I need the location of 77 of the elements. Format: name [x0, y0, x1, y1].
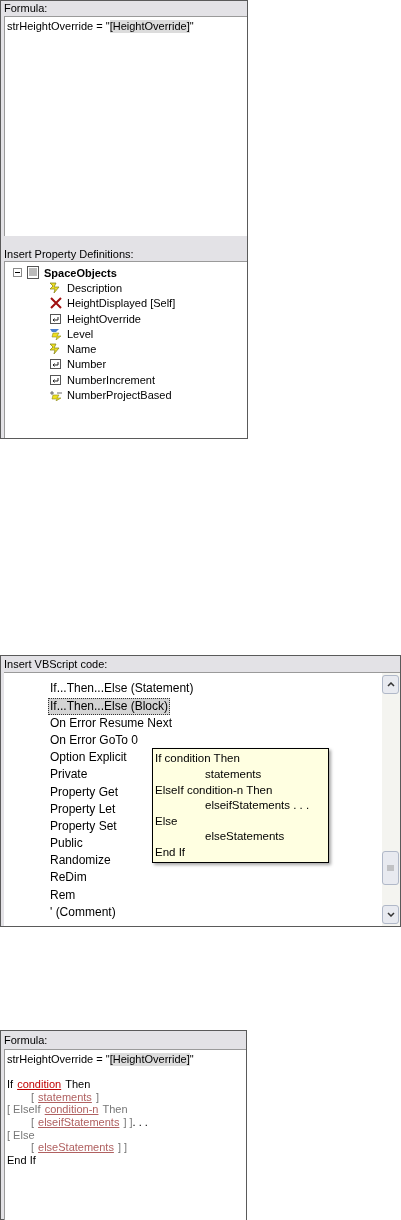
definitions-label: Insert Property Definitions:	[4, 248, 134, 260]
code-text: Then	[65, 1078, 91, 1091]
tree-item[interactable]: SpaceObjects	[44, 266, 117, 279]
code-text: "	[189, 1053, 194, 1066]
enter-key-icon	[49, 373, 63, 386]
list-item[interactable]: ' (Comment)	[48, 903, 118, 921]
code-text: . . .	[132, 1115, 148, 1129]
enter-key-icon	[49, 312, 63, 325]
formula-label: Formula:	[4, 2, 48, 14]
chevron-up-icon	[386, 682, 395, 688]
tree-item[interactable]: HeightDisplayed [Self]	[67, 297, 176, 310]
enter-key-icon	[49, 358, 63, 371]
scroll-thumb[interactable]	[382, 851, 399, 885]
code-text: "	[189, 20, 194, 33]
collapse-toggle[interactable]	[13, 268, 22, 278]
code-text: [ ElseIf	[7, 1103, 41, 1116]
tree-item[interactable]: Name	[67, 343, 97, 356]
list-item[interactable]: On Error GoTo 0	[48, 731, 141, 750]
formula-editor[interactable]: strHeightOverride = "[HeightOverride]"	[4, 16, 247, 236]
scroll-down-button[interactable]	[382, 905, 399, 924]
code-text: [	[31, 1090, 35, 1104]
scroll-up-button[interactable]	[382, 675, 399, 695]
lightning-icon	[49, 343, 63, 356]
chevron-down-icon	[386, 912, 395, 917]
code-text: strHeightOverride = "	[7, 1053, 110, 1066]
code-text: ] ]	[117, 1141, 128, 1154]
code-text: If	[7, 1078, 14, 1091]
tree-item[interactable]: NumberIncrement	[67, 373, 156, 386]
list-lightning-icon	[49, 327, 63, 340]
code-placeholder: condition	[16, 1078, 63, 1091]
tree-item[interactable]: Description	[67, 281, 123, 294]
tooltip-line: If condition Then	[155, 752, 240, 765]
code-text: strHeightOverride = "	[7, 20, 110, 33]
code-text: Then	[102, 1103, 128, 1116]
sum-lightning-icon	[49, 389, 63, 401]
list-item[interactable]: ReDim	[48, 869, 89, 887]
list-item[interactable]: Property Get	[48, 783, 121, 801]
code-placeholder: elseStatements	[37, 1141, 115, 1154]
formula-label: Formula:	[4, 1034, 48, 1046]
lightning-icon	[49, 281, 63, 294]
scrollbar[interactable]	[382, 673, 400, 926]
tree-item[interactable]: NumberProjectBased	[67, 389, 172, 401]
tree-item[interactable]: Level	[67, 327, 94, 340]
minus-icon	[15, 270, 20, 276]
list-item[interactable]: Private	[48, 766, 90, 784]
code-text: [	[31, 1115, 35, 1129]
tooltip-line: ElseIf condition-n Then	[155, 783, 273, 796]
list-item[interactable]: Public	[48, 835, 85, 853]
tooltip-line: elseStatements	[205, 830, 285, 843]
tree-item[interactable]: HeightOverride	[67, 312, 141, 325]
code-text: ] ]	[123, 1115, 133, 1129]
tree-item[interactable]: Number	[67, 358, 107, 371]
list-item[interactable]: Rem	[48, 886, 78, 904]
code-text: [	[31, 1141, 35, 1154]
code-text: [HeightOverride]	[109, 20, 190, 33]
code-text: End If	[7, 1153, 36, 1167]
tooltip-line: Else	[155, 814, 178, 827]
vbscript-label: Insert VBScript code:	[4, 658, 108, 671]
tooltip-line: End If	[155, 845, 186, 858]
list-item[interactable]: Option Explicit	[48, 749, 129, 767]
code-placeholder: statements	[37, 1090, 93, 1104]
list-item[interactable]: Property Let	[48, 800, 118, 818]
code-placeholder: condition-n	[43, 1103, 100, 1116]
table-icon	[26, 266, 40, 280]
code-placeholder: elseifStatements	[37, 1115, 121, 1129]
list-item[interactable]: If...Then...Else (Block)	[48, 697, 171, 715]
list-item[interactable]: Property Set	[48, 817, 119, 836]
list-item[interactable]: Randomize	[48, 852, 113, 870]
tooltip-line: elseifStatements . . .	[205, 799, 310, 812]
code-text: [ Else	[7, 1128, 35, 1142]
code-text: ]	[95, 1090, 99, 1104]
list-item[interactable]: On Error Resume Next	[48, 714, 175, 732]
cross-icon	[49, 297, 63, 310]
formula-editor[interactable]: strHeightOverride = "[HeightOverride]" If condition Then [ statements ] [ ElseIf condition-n Then [ elseifStatements ] ]. . . [ Else [ elseStatements ] ] End If	[4, 1049, 246, 1220]
tooltip-line: statements	[205, 767, 262, 780]
code-text: [HeightOverride]	[109, 1053, 190, 1066]
list-item[interactable]: If...Then...Else (Statement)	[48, 680, 196, 698]
